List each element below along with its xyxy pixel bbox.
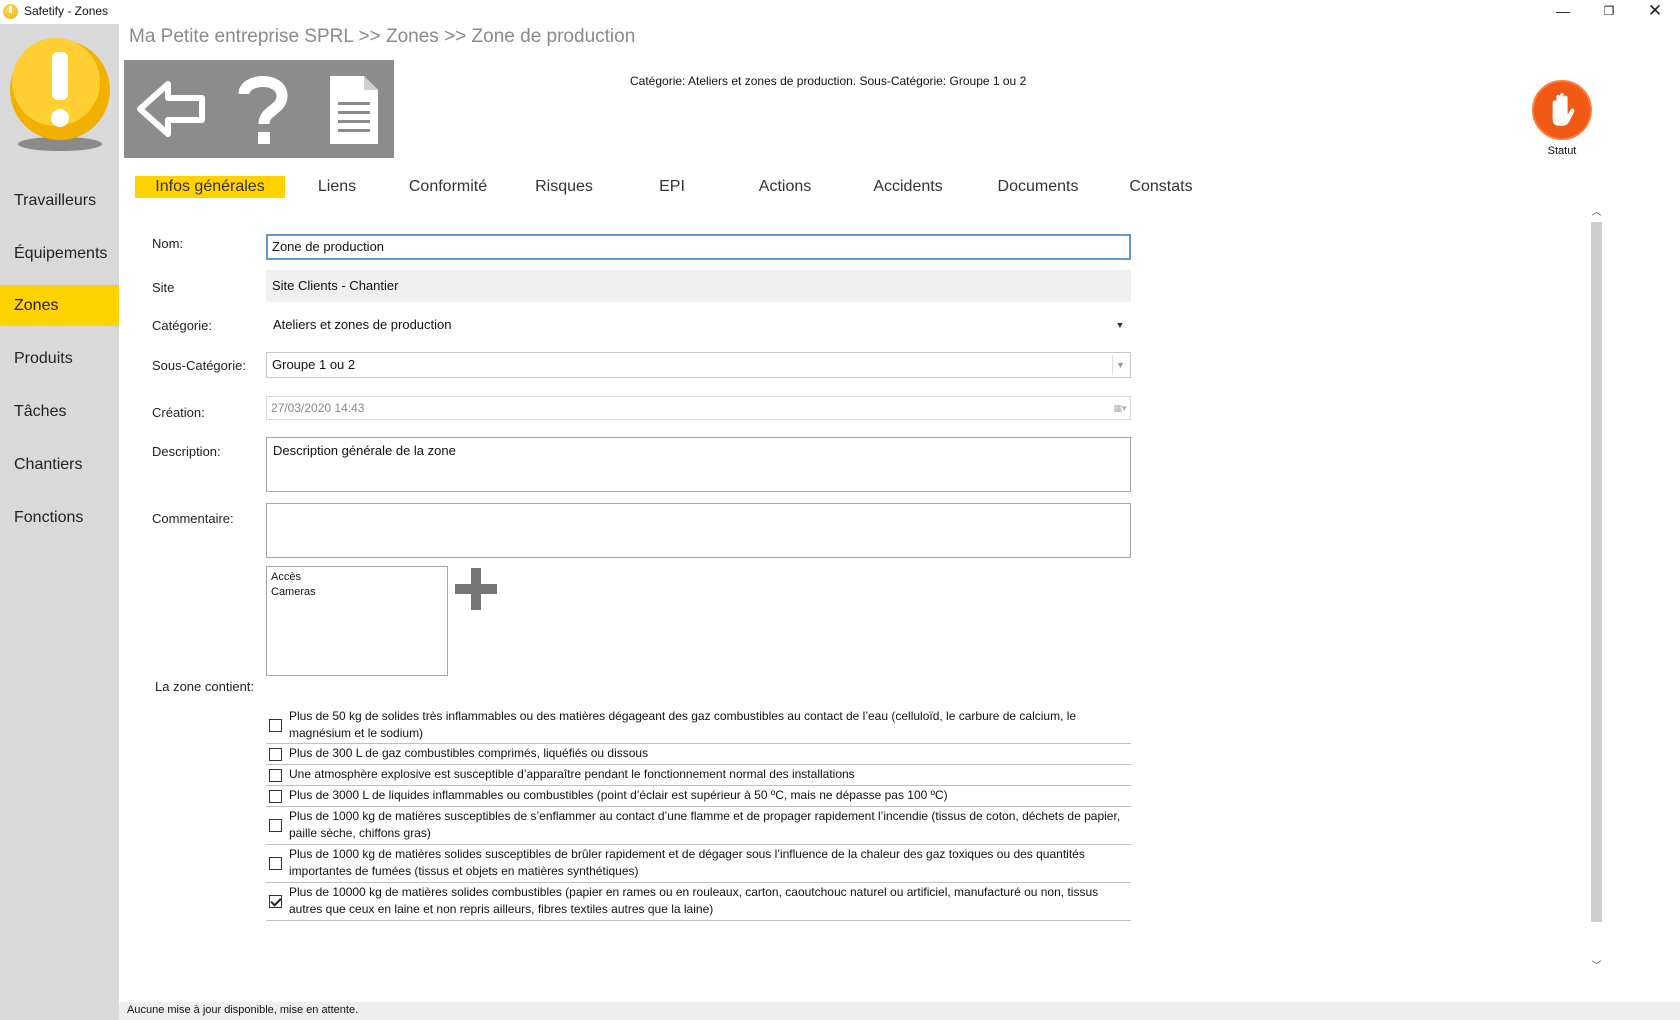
- site-label: Site: [152, 280, 175, 295]
- creation-date-picker[interactable]: 27/03/2020 14:43 ▦▾: [266, 396, 1131, 420]
- tab-constats[interactable]: Constats: [1111, 176, 1211, 198]
- statut-label: Statut: [1547, 145, 1577, 157]
- calendar-icon: ▦▾: [1113, 403, 1127, 413]
- scroll-up-icon[interactable]: ︿: [1588, 205, 1605, 221]
- zone-items-listbox[interactable]: Accès Cameras: [266, 566, 448, 676]
- sous-categorie-value: Groupe 1 ou 2: [272, 357, 356, 372]
- safetify-logo: [10, 38, 110, 151]
- list-item[interactable]: Cameras: [271, 585, 443, 600]
- description-textarea[interactable]: Description générale de la zone: [266, 437, 1131, 492]
- document-icon[interactable]: [310, 66, 396, 152]
- zone-contient-label: La zone contient:: [155, 679, 255, 694]
- tab-epi[interactable]: EPI: [632, 176, 712, 198]
- checklist-row: Plus de 1000 kg de matières solides susc…: [266, 846, 1131, 883]
- checklist-text: Une atmosphère explosive est susceptible…: [289, 767, 855, 781]
- title-bar: Safetify - Zones — ❐ ✕: [0, 0, 1680, 24]
- checkbox[interactable]: [269, 790, 282, 803]
- window-title: Safetify - Zones: [24, 4, 109, 18]
- creation-label: Création:: [152, 405, 205, 420]
- stop-hand-icon: [1552, 92, 1575, 126]
- categorie-dropdown[interactable]: Ateliers et zones de production ▼: [266, 312, 1131, 338]
- sidebar-item-equipements[interactable]: Équipements: [0, 233, 119, 274]
- sous-categorie-label: Sous-Catégorie:: [152, 358, 246, 373]
- nom-label: Nom:: [152, 236, 184, 251]
- categorie-value: Ateliers et zones de production: [273, 317, 452, 332]
- minimize-button[interactable]: —: [1540, 0, 1586, 24]
- sidebar-item-travailleurs[interactable]: Travailleurs: [0, 180, 119, 221]
- checklist-text: Plus de 1000 kg de matières susceptibles…: [289, 809, 1121, 840]
- scrollbar-thumb[interactable]: [1591, 222, 1602, 922]
- tab-actions[interactable]: Actions: [735, 176, 835, 198]
- checklist-row: Plus de 3000 L de liquides inflammables …: [266, 787, 1131, 807]
- back-arrow-icon[interactable]: [130, 66, 216, 152]
- checklist-row: Plus de 10000 kg de matières solides com…: [266, 884, 1131, 921]
- site-value: Site Clients - Chantier: [266, 270, 1131, 302]
- checklist-text: Plus de 300 L de gaz combustibles compri…: [289, 746, 649, 760]
- tab-accidents[interactable]: Accidents: [853, 176, 963, 198]
- sidebar-item-produits[interactable]: Produits: [0, 338, 119, 379]
- safetify-app-icon: [3, 4, 18, 19]
- checklist-row: Plus de 300 L de gaz combustibles compri…: [266, 745, 1131, 765]
- checklist-row: Une atmosphère explosive est susceptible…: [266, 766, 1131, 786]
- checkbox[interactable]: [269, 857, 282, 870]
- chevron-down-icon: ▼: [1115, 320, 1125, 330]
- list-item[interactable]: Accès: [271, 570, 443, 585]
- sidebar-item-zones[interactable]: Zones: [0, 285, 119, 326]
- description-label: Description:: [152, 444, 221, 459]
- commentaire-label: Commentaire:: [152, 511, 234, 526]
- checklist-text: Plus de 10000 kg de matières solides com…: [289, 885, 1099, 916]
- tab-liens[interactable]: Liens: [297, 176, 377, 198]
- checkbox-checked[interactable]: [269, 895, 282, 908]
- status-text: Aucune mise à jour disponible, mise en a…: [127, 1004, 359, 1016]
- checkbox[interactable]: [269, 719, 282, 732]
- sidebar-item-chantiers[interactable]: Chantiers: [0, 444, 119, 485]
- checklist-row: Plus de 1000 kg de matières susceptibles…: [266, 808, 1131, 845]
- sidebar: Travailleurs Équipements Zones Produits …: [0, 24, 119, 1020]
- tab-risques[interactable]: Risques: [519, 176, 609, 198]
- tab-infos-generales[interactable]: Infos générales: [135, 176, 285, 198]
- help-icon[interactable]: [220, 66, 306, 152]
- creation-value: 27/03/2020 14:43: [271, 401, 365, 415]
- chevron-down-icon: ▼: [1112, 355, 1128, 375]
- category-summary: Catégorie: Ateliers et zones de producti…: [630, 74, 1027, 88]
- statut-button[interactable]: [1532, 80, 1592, 140]
- sidebar-item-taches[interactable]: Tâches: [0, 391, 119, 432]
- vertical-scrollbar[interactable]: ︿ ﹀: [1588, 205, 1605, 975]
- restore-button[interactable]: ❐: [1586, 0, 1632, 24]
- tab-documents[interactable]: Documents: [978, 176, 1098, 198]
- plus-icon[interactable]: [453, 566, 499, 612]
- checklist-row: Plus de 50 kg de solides très inflammabl…: [266, 708, 1131, 744]
- sous-categorie-dropdown[interactable]: Groupe 1 ou 2 ▼: [266, 352, 1131, 378]
- checkbox[interactable]: [269, 748, 282, 761]
- breadcrumb: Ma Petite entreprise SPRL >> Zones >> Zo…: [129, 26, 636, 47]
- status-bar: Aucune mise à jour disponible, mise en a…: [119, 1002, 1680, 1020]
- toolbar: [124, 60, 394, 158]
- sidebar-item-fonctions[interactable]: Fonctions: [0, 497, 119, 538]
- checklist-text: Plus de 50 kg de solides très inflammabl…: [289, 709, 1077, 740]
- checkbox[interactable]: [269, 769, 282, 782]
- close-button[interactable]: ✕: [1632, 0, 1678, 24]
- tab-conformite[interactable]: Conformité: [393, 176, 503, 198]
- commentaire-textarea[interactable]: [266, 503, 1131, 558]
- nom-input[interactable]: Zone de production: [266, 234, 1131, 260]
- checklist-text: Plus de 1000 kg de matières solides susc…: [289, 847, 1085, 878]
- checklist-text: Plus de 3000 L de liquides inflammables …: [289, 788, 948, 802]
- scroll-down-icon[interactable]: ﹀: [1588, 959, 1605, 975]
- categorie-label: Catégorie:: [152, 318, 212, 333]
- checkbox[interactable]: [269, 819, 282, 832]
